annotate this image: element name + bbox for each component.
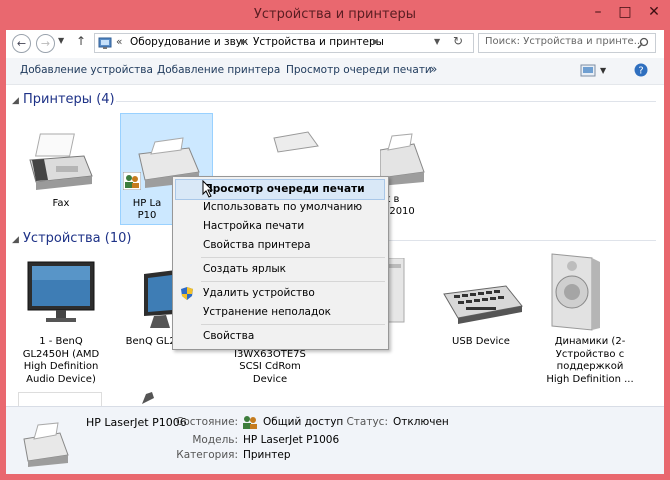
keyboard-icon — [443, 285, 523, 324]
print-queue-button[interactable]: Просмотр очереди печати — [286, 64, 432, 76]
menu-item-print-preferences[interactable]: Настройка печати — [175, 217, 385, 236]
printers-group-header[interactable]: Принтеры (4) — [23, 92, 115, 107]
shared-users-icon — [243, 416, 257, 429]
menu-item-printer-properties[interactable]: Свойства принтера — [175, 236, 385, 255]
device-label-line2: P10 — [137, 210, 157, 221]
menu-item-troubleshoot[interactable]: Устранение неполадок — [175, 303, 385, 322]
menu-separator — [201, 281, 385, 282]
breadcrumb-next-icon[interactable]: ▶ — [373, 37, 379, 46]
details-status-key: Статус: — [346, 416, 388, 428]
shared-user-icon — [123, 172, 141, 190]
selected-printer-icon — [23, 422, 69, 467]
devices-collapse-icon[interactable]: ◢ — [12, 235, 19, 245]
details-model-value: HP LaserJet P1006 — [243, 434, 340, 446]
details-pane: HP LaserJet P1006 Состояние: Общий досту… — [6, 406, 664, 476]
details-state-key: Состояние: — [176, 416, 239, 428]
add-printer-button[interactable]: Добавление принтера — [157, 64, 280, 76]
device-label: Fax — [52, 198, 70, 209]
refresh-icon[interactable]: ↻ — [453, 34, 463, 48]
breadcrumb-hardware-sound[interactable]: Оборудование и звук — [130, 36, 248, 48]
device-label: HP La — [132, 198, 162, 209]
speaker-icon — [551, 253, 600, 331]
forward-button[interactable]: → — [36, 34, 55, 53]
device-label: 1 - BenQ GL2450H (AMD High Definition Au… — [22, 336, 100, 385]
printers-collapse-icon[interactable]: ◢ — [12, 96, 19, 106]
add-device-button[interactable]: Добавление устройства — [20, 64, 153, 76]
details-model-key: Модель: — [192, 434, 238, 446]
printer-4[interactable]: nt в e 2010 — [380, 126, 450, 226]
up-arrow-icon[interactable]: ↑ — [76, 34, 86, 48]
window-title: Устройства и принтеры — [253, 7, 417, 22]
printer-3[interactable] — [268, 126, 328, 156]
monitor-icon — [27, 261, 95, 322]
navigation-bar: ← → ▼ ↑ « Оборудование и звук ▶ Устройст… — [6, 30, 664, 56]
context-menu: Просмотр очереди печати Использовать по … — [172, 176, 389, 350]
address-dropdown-icon[interactable]: ▼ — [434, 37, 440, 46]
menu-item-create-shortcut[interactable]: Создать ярлык — [175, 260, 385, 279]
bottom-edge — [0, 474, 670, 480]
breadcrumb-separator-icon[interactable]: ▶ — [241, 37, 247, 46]
menu-item-set-default[interactable]: Использовать по умолчанию — [175, 198, 385, 217]
printer-fax[interactable]: Fax — [16, 126, 106, 209]
details-status-value: Отключен — [393, 416, 449, 428]
search-placeholder: Поиск: Устройства и принте... — [485, 36, 644, 47]
menu-item-properties[interactable]: Свойства — [175, 327, 385, 346]
search-input[interactable]: Поиск: Устройства и принте... — [478, 33, 656, 53]
back-button[interactable]: ← — [12, 34, 31, 53]
device-partial-2-icon[interactable] — [138, 390, 158, 406]
devices-divider — [386, 240, 656, 241]
shield-icon — [181, 287, 193, 300]
help-icon[interactable]: ? — [634, 63, 648, 77]
svg-text:?: ? — [638, 66, 643, 77]
search-icon[interactable] — [637, 37, 649, 49]
close-button[interactable]: ✕ — [640, 0, 668, 24]
command-toolbar: Добавление устройства Добавление принтер… — [6, 58, 664, 85]
fax-icon — [29, 133, 93, 190]
mouse-cursor-icon — [202, 180, 214, 198]
details-category-key: Категория: — [176, 449, 238, 461]
devices-group-header[interactable]: Устройства (10) — [23, 231, 131, 246]
breadcrumb-devices-printers[interactable]: Устройства и принтеры — [253, 36, 384, 48]
details-category-value: Принтер — [243, 449, 291, 461]
control-panel-icon — [98, 37, 112, 49]
explorer-window: ← → ▼ ↑ « Оборудование и звук ▶ Устройст… — [6, 30, 664, 476]
device-benq-audio[interactable]: 1 - BenQ GL2450H (AMD High Definition Au… — [10, 256, 112, 386]
menu-separator — [201, 257, 385, 258]
printer-icon — [380, 133, 425, 186]
menu-separator — [201, 324, 385, 325]
device-speakers[interactable]: Динамики (2- Устройство с поддержкой Hig… — [534, 250, 658, 390]
device-usb[interactable]: USB Device — [436, 256, 526, 386]
device-label: USB Device — [452, 336, 510, 347]
minimize-button[interactable]: – — [585, 0, 611, 24]
address-bar[interactable]: « Оборудование и звук ▶ Устройства и при… — [94, 33, 474, 53]
printer-icon — [273, 131, 319, 153]
menu-item-remove-device[interactable]: Удалить устройство — [175, 284, 385, 303]
details-state-value: Общий доступ — [263, 416, 344, 428]
toolbar-overflow-button[interactable]: » — [430, 62, 437, 76]
view-dropdown-icon[interactable]: ▼ — [600, 66, 606, 75]
history-chevron-icon[interactable]: ▼ — [58, 36, 64, 45]
breadcrumb-overflow[interactable]: « — [116, 36, 122, 48]
details-name: HP LaserJet P1006 — [86, 416, 187, 429]
view-options-icon[interactable] — [580, 64, 596, 77]
device-label: Динамики (2- Устройство с поддержкой Hig… — [546, 336, 634, 385]
printers-divider — [116, 101, 656, 102]
maximize-button[interactable]: □ — [612, 0, 638, 24]
